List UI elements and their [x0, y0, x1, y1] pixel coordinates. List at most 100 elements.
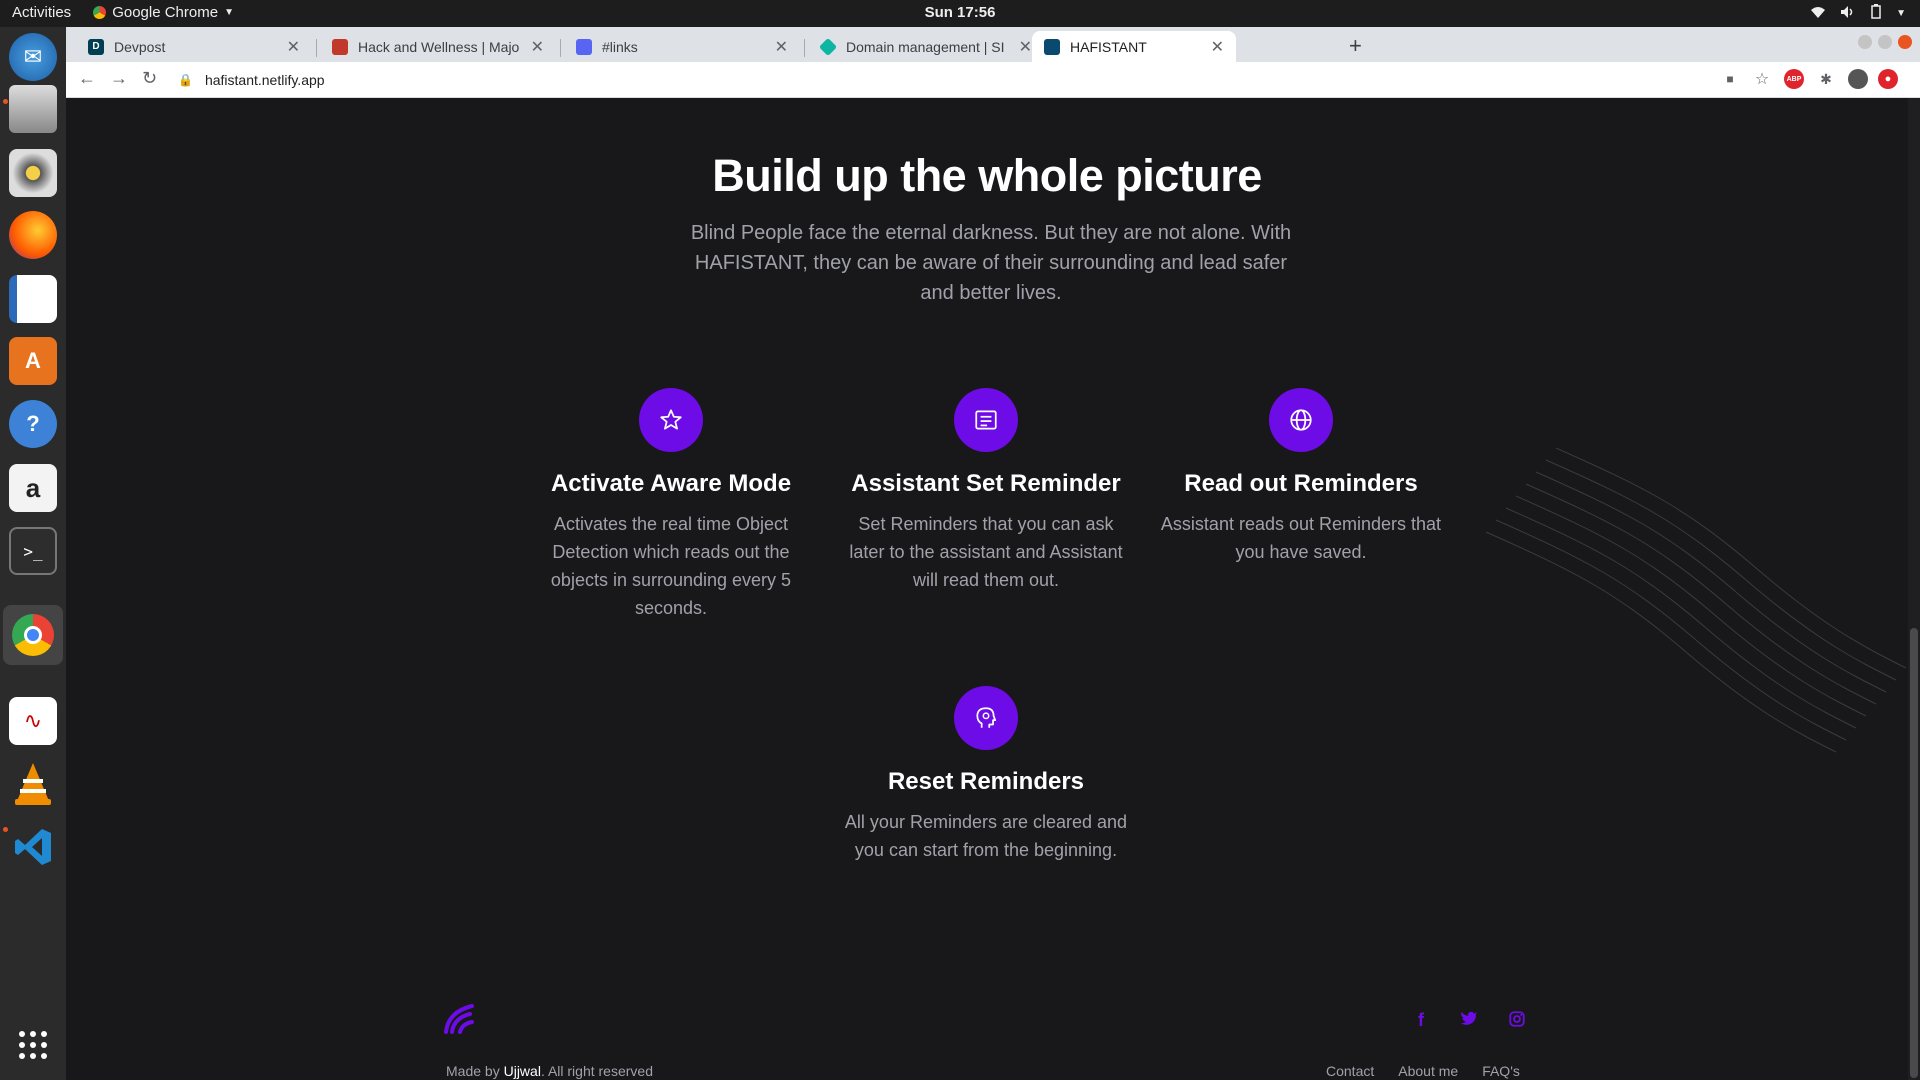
reload-button[interactable]: ↻ [142, 68, 157, 89]
feature-title: Reset Reminders [887, 768, 1085, 795]
system-top-bar: Activities Google Chrome ▼ Sun 17:56 ▼ [0, 0, 1920, 27]
feature-title: Read out Reminders [1184, 470, 1418, 497]
app-menu-label: Google Chrome [112, 4, 219, 21]
help-icon[interactable]: ? [9, 400, 57, 448]
profile-avatar[interactable] [1848, 69, 1868, 89]
forward-button[interactable]: → [110, 68, 128, 89]
app-grid-icon[interactable] [9, 1021, 57, 1069]
bookmark-star-icon[interactable]: ☆ [1752, 69, 1772, 89]
feature-title: Activate Aware Mode [550, 470, 792, 497]
lock-icon: 🔒 [178, 73, 193, 87]
head-icon [954, 686, 1018, 750]
hack-favicon-icon [332, 38, 348, 55]
volume-icon [1840, 5, 1856, 23]
extensions-icon[interactable]: ✱ [1816, 69, 1836, 89]
maximize-button[interactable] [1878, 35, 1892, 49]
close-icon[interactable]: ✕ [1019, 37, 1032, 57]
software-icon[interactable]: A [9, 337, 57, 385]
credit-suffix: . All right reserved [540, 1063, 653, 1079]
thunderbird-icon[interactable]: ✉ [9, 33, 57, 81]
files-icon[interactable] [9, 85, 57, 133]
tab-title: #links [602, 38, 638, 55]
dock: ✉ A ? a >_ ∿ [0, 27, 66, 1080]
tab-title: HAFISTANT [1070, 38, 1147, 55]
social-links: f [1411, 1010, 1527, 1033]
devpost-favicon-icon: D [88, 38, 104, 55]
feature-description: Set Reminders that you can ask later to … [849, 514, 1123, 590]
chrome-logo-icon [12, 614, 54, 656]
tab-devpost[interactable]: D Devpost ✕ [76, 31, 312, 62]
page-content: Build up the whole picture Blind People … [66, 98, 1908, 1080]
feature-card: Assistant Set Reminder Set Reminders tha… [821, 388, 1151, 594]
tab-hafistant[interactable]: HAFISTANT ✕ [1032, 31, 1236, 62]
feature-card: Read out Reminders Assistant reads out R… [1136, 388, 1466, 566]
star-icon [639, 388, 703, 452]
tab-title: Domain management | SI [846, 38, 1005, 55]
scrollbar-thumb[interactable] [1910, 628, 1918, 1078]
globe-icon [1269, 388, 1333, 452]
activities-button[interactable]: Activities [12, 4, 71, 21]
tab-title: Devpost [114, 38, 166, 55]
terminal-icon[interactable]: >_ [9, 527, 57, 575]
twitter-icon[interactable] [1459, 1010, 1479, 1033]
close-icon[interactable]: ✕ [531, 37, 544, 57]
discord-favicon-icon [576, 38, 592, 55]
footer-link-faq[interactable]: FAQ's [1482, 1063, 1520, 1079]
menu-icon[interactable]: ● [1878, 69, 1898, 89]
close-icon[interactable]: ✕ [287, 37, 300, 57]
page-scrollbar[interactable] [1908, 98, 1920, 1080]
note-icon [954, 388, 1018, 452]
battery-icon [1870, 4, 1882, 23]
footer-credit: Made by Ujjwal. All right reserved [446, 1063, 653, 1079]
firefox-icon[interactable] [9, 211, 57, 259]
browser-toolbar: ← → ↻ 🔒 hafistant.netlify.app ■ ☆ ABP ✱ … [66, 62, 1920, 98]
page-title: Build up the whole picture [712, 150, 1262, 201]
chrome-small-icon [93, 6, 107, 19]
vlc-icon[interactable] [9, 759, 57, 807]
feature-card: Reset Reminders All your Reminders are c… [821, 686, 1151, 864]
tab-domain-management[interactable]: Domain management | SI ✕ [808, 31, 1044, 62]
footer-link-about[interactable]: About me [1398, 1063, 1458, 1079]
feature-description: Assistant reads out Reminders that you h… [1160, 514, 1442, 562]
wifi-icon [1810, 5, 1826, 23]
credit-prefix: Made by [446, 1063, 504, 1079]
feature-description: Activates the real time Object Detection… [550, 514, 792, 618]
adblock-icon[interactable]: ABP [1784, 69, 1804, 89]
page-subtitle: Blind People face the eternal darkness. … [690, 222, 1292, 304]
feature-title: Assistant Set Reminder [851, 470, 1121, 497]
tab-title: Hack and Wellness | Majo [358, 38, 520, 55]
amazon-icon[interactable]: a [9, 464, 57, 512]
back-button[interactable]: ← [78, 68, 96, 89]
tab-links[interactable]: #links ✕ [564, 31, 800, 62]
close-icon[interactable]: ✕ [775, 37, 788, 57]
tab-strip: D Devpost ✕ Hack and Wellness | Majo ✕ #… [66, 27, 1920, 62]
address-bar[interactable]: 🔒 hafistant.netlify.app [178, 66, 1738, 94]
footer-links: Contact About me FAQ's [1326, 1063, 1520, 1079]
instagram-icon[interactable] [1507, 1010, 1527, 1033]
close-icon[interactable]: ✕ [1211, 37, 1224, 57]
feature-description: All your Reminders are cleared and you c… [844, 812, 1128, 860]
decorative-wave-lines [1485, 448, 1906, 753]
minimize-button[interactable] [1858, 35, 1872, 49]
hafistant-favicon-icon [1044, 38, 1060, 55]
clock[interactable]: Sun 17:56 [925, 4, 996, 21]
app-menu[interactable]: Google Chrome ▼ [93, 4, 234, 21]
rhythmbox-icon[interactable] [9, 149, 57, 197]
chevron-down-icon: ▼ [1896, 8, 1906, 19]
author-link[interactable]: Ujjwal [504, 1063, 541, 1079]
chevron-down-icon: ▼ [224, 7, 234, 18]
url-text: hafistant.netlify.app [204, 72, 325, 88]
feature-card: Activate Aware Mode Activates the real t… [506, 388, 836, 622]
camera-icon[interactable]: ■ [1720, 69, 1740, 89]
writer-icon[interactable] [9, 275, 57, 323]
evince-icon[interactable]: ∿ [9, 697, 57, 745]
new-tab-button[interactable]: + [1349, 33, 1362, 59]
facebook-icon[interactable]: f [1411, 1010, 1431, 1033]
close-window-button[interactable] [1898, 35, 1912, 49]
footer-logo[interactable] [442, 1002, 476, 1039]
tab-hack-and-wellness[interactable]: Hack and Wellness | Majo ✕ [320, 31, 556, 62]
system-tray[interactable]: ▼ [1810, 4, 1906, 23]
chrome-icon[interactable] [3, 605, 63, 665]
footer-link-contact[interactable]: Contact [1326, 1063, 1374, 1079]
vscode-icon[interactable] [9, 823, 57, 871]
